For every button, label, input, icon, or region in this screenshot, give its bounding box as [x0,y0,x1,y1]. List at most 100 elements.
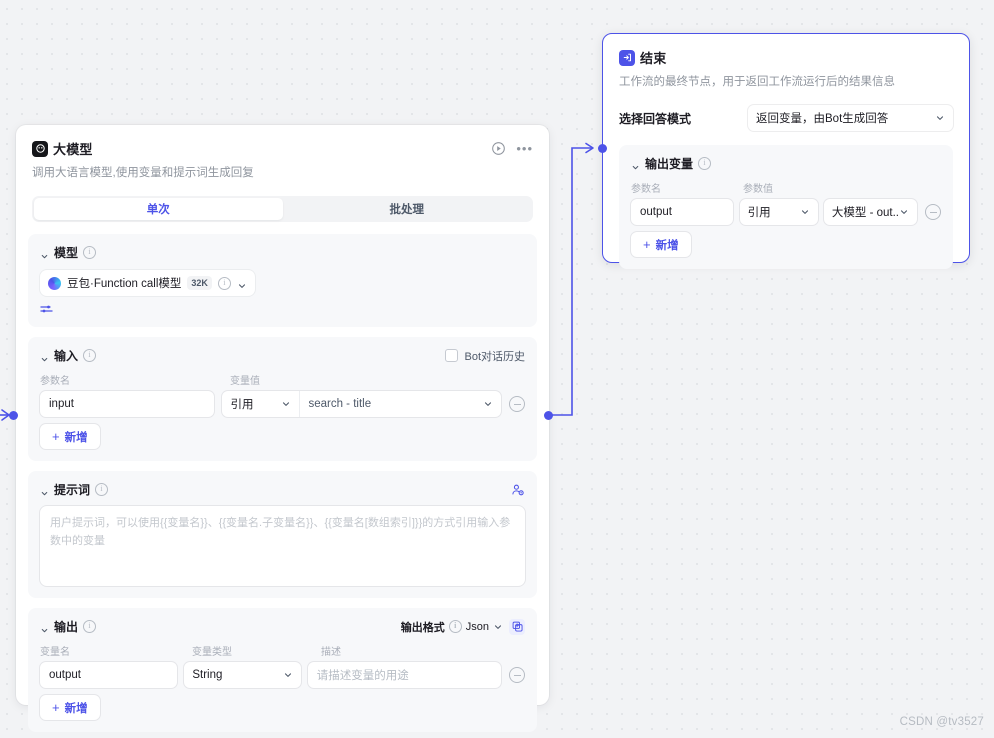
chevron-down-icon[interactable] [40,248,49,259]
model-section: 模型 i 豆包·Function call模型 32K i [28,234,537,328]
input-section-title: 输入 [54,349,79,364]
llm-node-input-port[interactable] [9,411,18,420]
info-icon[interactable]: i [217,276,231,290]
output-row: output String 请描述变量的用途 [40,662,525,689]
end-node[interactable]: 结束 工作流的最终节点，用于返回工作流运行后的结果信息 选择回答模式 返回变量，… [602,33,970,270]
bot-history-label: Bot对话历史 [464,350,525,363]
input-param-name-field[interactable]: input [40,391,215,418]
tab-single[interactable]: 单次 [34,198,283,221]
output-var-name-field[interactable]: output [40,662,178,689]
output-format-label: 输出格式 [400,621,445,634]
add-output-label: 新增 [64,702,88,715]
end-output-section-title: 输出变量 [645,157,694,172]
answer-mode-select[interactable]: 返回变量，由Bot生成回答 [748,105,953,132]
user-settings-icon[interactable] [511,483,525,497]
chevron-down-icon [281,399,291,409]
output-section-title: 输出 [54,620,79,635]
llm-node-description: 调用大语言模型,使用变量和提示词生成回复 [32,167,254,179]
end-param-value-select[interactable]: 大模型 - out.. [823,199,917,226]
info-icon[interactable]: i [83,246,97,260]
add-end-output-label: 新增 [655,239,679,252]
output-var-type-value: String [192,669,223,682]
input-row: input 引用 search - title [40,391,525,418]
end-param-name-field[interactable]: output [631,199,733,226]
model-name: 豆包·Function call模型 [67,278,182,291]
bot-history-checkbox[interactable] [445,349,459,363]
play-circle-icon[interactable] [491,141,506,156]
answer-mode-row: 选择回答模式 返回变量，由Bot生成回答 [619,105,953,132]
output-desc-field[interactable]: 请描述变量的用途 [307,662,501,689]
answer-mode-label: 选择回答模式 [619,111,692,126]
tab-batch[interactable]: 批处理 [283,198,532,220]
output-format-control[interactable]: 输出格式 i Json [401,619,503,635]
chevron-down-icon[interactable] [237,278,247,289]
add-input-button[interactable]: + 新增 [40,424,100,450]
remove-end-output-row-button[interactable] [925,204,941,221]
input-variable-select[interactable]: search - title [300,391,501,417]
info-icon[interactable]: i [83,620,97,634]
chevron-down-icon[interactable] [40,351,49,362]
input-source-value: 引用 [230,399,254,412]
col-var-name: 变量名 [40,647,70,659]
input-source-select[interactable]: 引用 [222,391,301,418]
chevron-down-icon[interactable] [631,159,640,170]
add-output-button[interactable]: + 新增 [40,695,100,721]
end-node-input-port[interactable] [598,144,607,153]
chevron-down-icon[interactable] [40,485,49,496]
col-variable-value: 变量值 [230,376,260,388]
sliders-icon[interactable] [40,303,54,315]
end-node-title: 结束 [640,51,667,66]
end-output-column-headers: 参数名 参数值 [631,180,941,195]
plus-icon: + [52,429,60,445]
add-input-label: 新增 [64,431,88,444]
remove-output-row-button[interactable] [509,667,525,684]
chevron-down-icon[interactable] [40,622,49,633]
answer-mode-value: 返回变量，由Bot生成回答 [756,113,889,126]
workflow-canvas[interactable]: 大模型 ••• 调用大语言模型,使用变量和提示词生成回复 单次 批处理 模型 i… [0,0,994,738]
model-section-title: 模型 [54,246,79,261]
model-pill[interactable]: 豆包·Function call模型 32K i [40,270,255,297]
info-icon[interactable]: i [83,349,97,363]
prompt-section-title: 提示词 [54,483,91,498]
llm-node-output-port[interactable] [544,411,553,420]
col-var-type: 变量类型 [192,647,232,659]
add-end-output-button[interactable]: + 新增 [631,232,691,258]
input-value-combo[interactable]: 引用 search - title [222,391,501,418]
chevron-down-icon [899,207,909,217]
chevron-down-icon [935,113,945,123]
llm-node-title: 大模型 [53,142,93,157]
model-logo-icon [48,276,61,290]
model-selector-row[interactable]: 豆包·Function call模型 32K i [40,270,525,297]
remove-input-row-button[interactable] [509,396,525,413]
chevron-down-icon [800,207,810,217]
col-description: 描述 [321,647,341,659]
llm-node-icon [32,140,48,157]
col-param-name: 参数名 [631,184,661,196]
end-node-description: 工作流的最终节点，用于返回工作流运行后的结果信息 [619,76,895,88]
end-param-value: 大模型 - out.. [831,207,899,220]
info-icon[interactable]: i [448,620,462,634]
end-output-section: 输出变量 i 参数名 参数值 output 引用 大模型 - out.. + 新… [619,145,953,270]
more-options-icon[interactable]: ••• [516,142,533,155]
end-param-source-select[interactable]: 引用 [739,199,818,226]
llm-node[interactable]: 大模型 ••• 调用大语言模型,使用变量和提示词生成回复 单次 批处理 模型 i… [16,125,549,733]
input-column-headers: 参数名 变量值 [40,372,525,387]
plus-icon: + [52,700,60,716]
output-var-type-select[interactable]: String [184,662,301,689]
info-icon[interactable]: i [95,483,109,497]
expand-code-icon[interactable] [509,618,525,635]
watermark: CSDN @tv3527 [899,716,984,728]
end-param-source-value: 引用 [747,207,771,220]
end-output-row: output 引用 大模型 - out.. [631,199,941,226]
output-column-headers: 变量名 变量类型 描述 [40,643,525,658]
info-icon[interactable]: i [698,157,712,171]
end-node-header: 结束 工作流的最终节点，用于返回工作流运行后的结果信息 [603,34,969,91]
plus-icon: + [643,237,651,253]
model-context-badge: 32K [187,276,212,291]
chevron-down-icon[interactable] [493,622,503,632]
input-variable-value: search - title [308,398,372,411]
llm-mode-tabs[interactable]: 单次 批处理 [32,196,533,223]
end-node-body: 选择回答模式 返回变量，由Bot生成回答 [603,105,969,145]
prompt-textarea[interactable]: 用户提示词，可以使用{{变量名}}、{{变量名.子变量名}}、{{变量名[数组索… [40,506,525,587]
chevron-down-icon [483,399,493,409]
